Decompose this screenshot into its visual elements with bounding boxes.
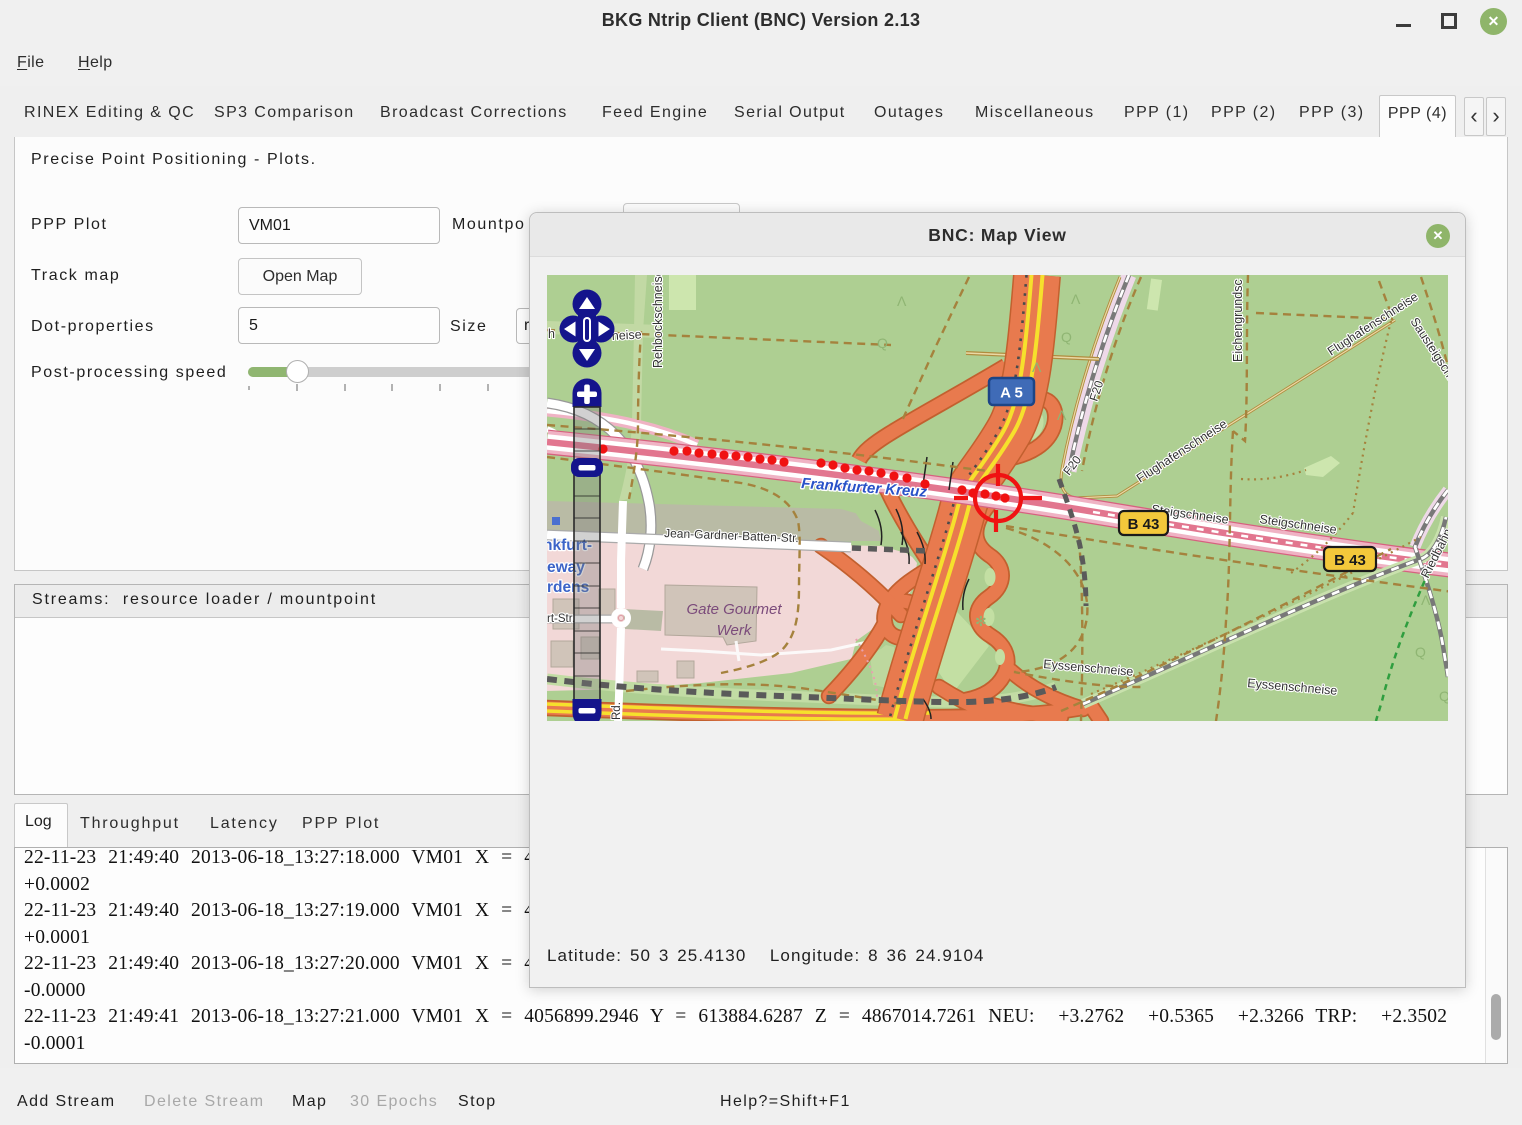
svg-text:Λ: Λ: [1071, 291, 1081, 307]
svg-text:Q: Q: [1439, 688, 1448, 704]
svg-text:Rd.: Rd.: [611, 702, 623, 720]
svg-text:Λ: Λ: [897, 293, 907, 309]
svg-text:Q: Q: [1061, 329, 1072, 345]
svg-text:B 43: B 43: [1128, 516, 1160, 533]
svg-text:Q: Q: [1415, 644, 1426, 660]
svg-text:neise: neise: [611, 327, 642, 343]
svg-text:Rehbockschneise: Rehbockschneise: [651, 275, 665, 368]
svg-text:Λ: Λ: [1057, 407, 1067, 423]
svg-text:rt-Str.: rt-Str.: [547, 613, 575, 625]
svg-text:Q: Q: [877, 335, 888, 351]
svg-text:B 43: B 43: [1334, 552, 1366, 569]
svg-text:Werk: Werk: [717, 622, 753, 639]
svg-text:A 5: A 5: [1000, 385, 1023, 402]
svg-text:Eichengrundsc: Eichengrundsc: [1231, 279, 1245, 362]
svg-text:h: h: [548, 327, 555, 341]
svg-text:Λ: Λ: [1032, 359, 1042, 375]
svg-text:✻: ✻: [975, 613, 987, 629]
svg-text:Gate Gourmet: Gate Gourmet: [686, 601, 782, 618]
svg-text:Λ: Λ: [1421, 592, 1431, 608]
